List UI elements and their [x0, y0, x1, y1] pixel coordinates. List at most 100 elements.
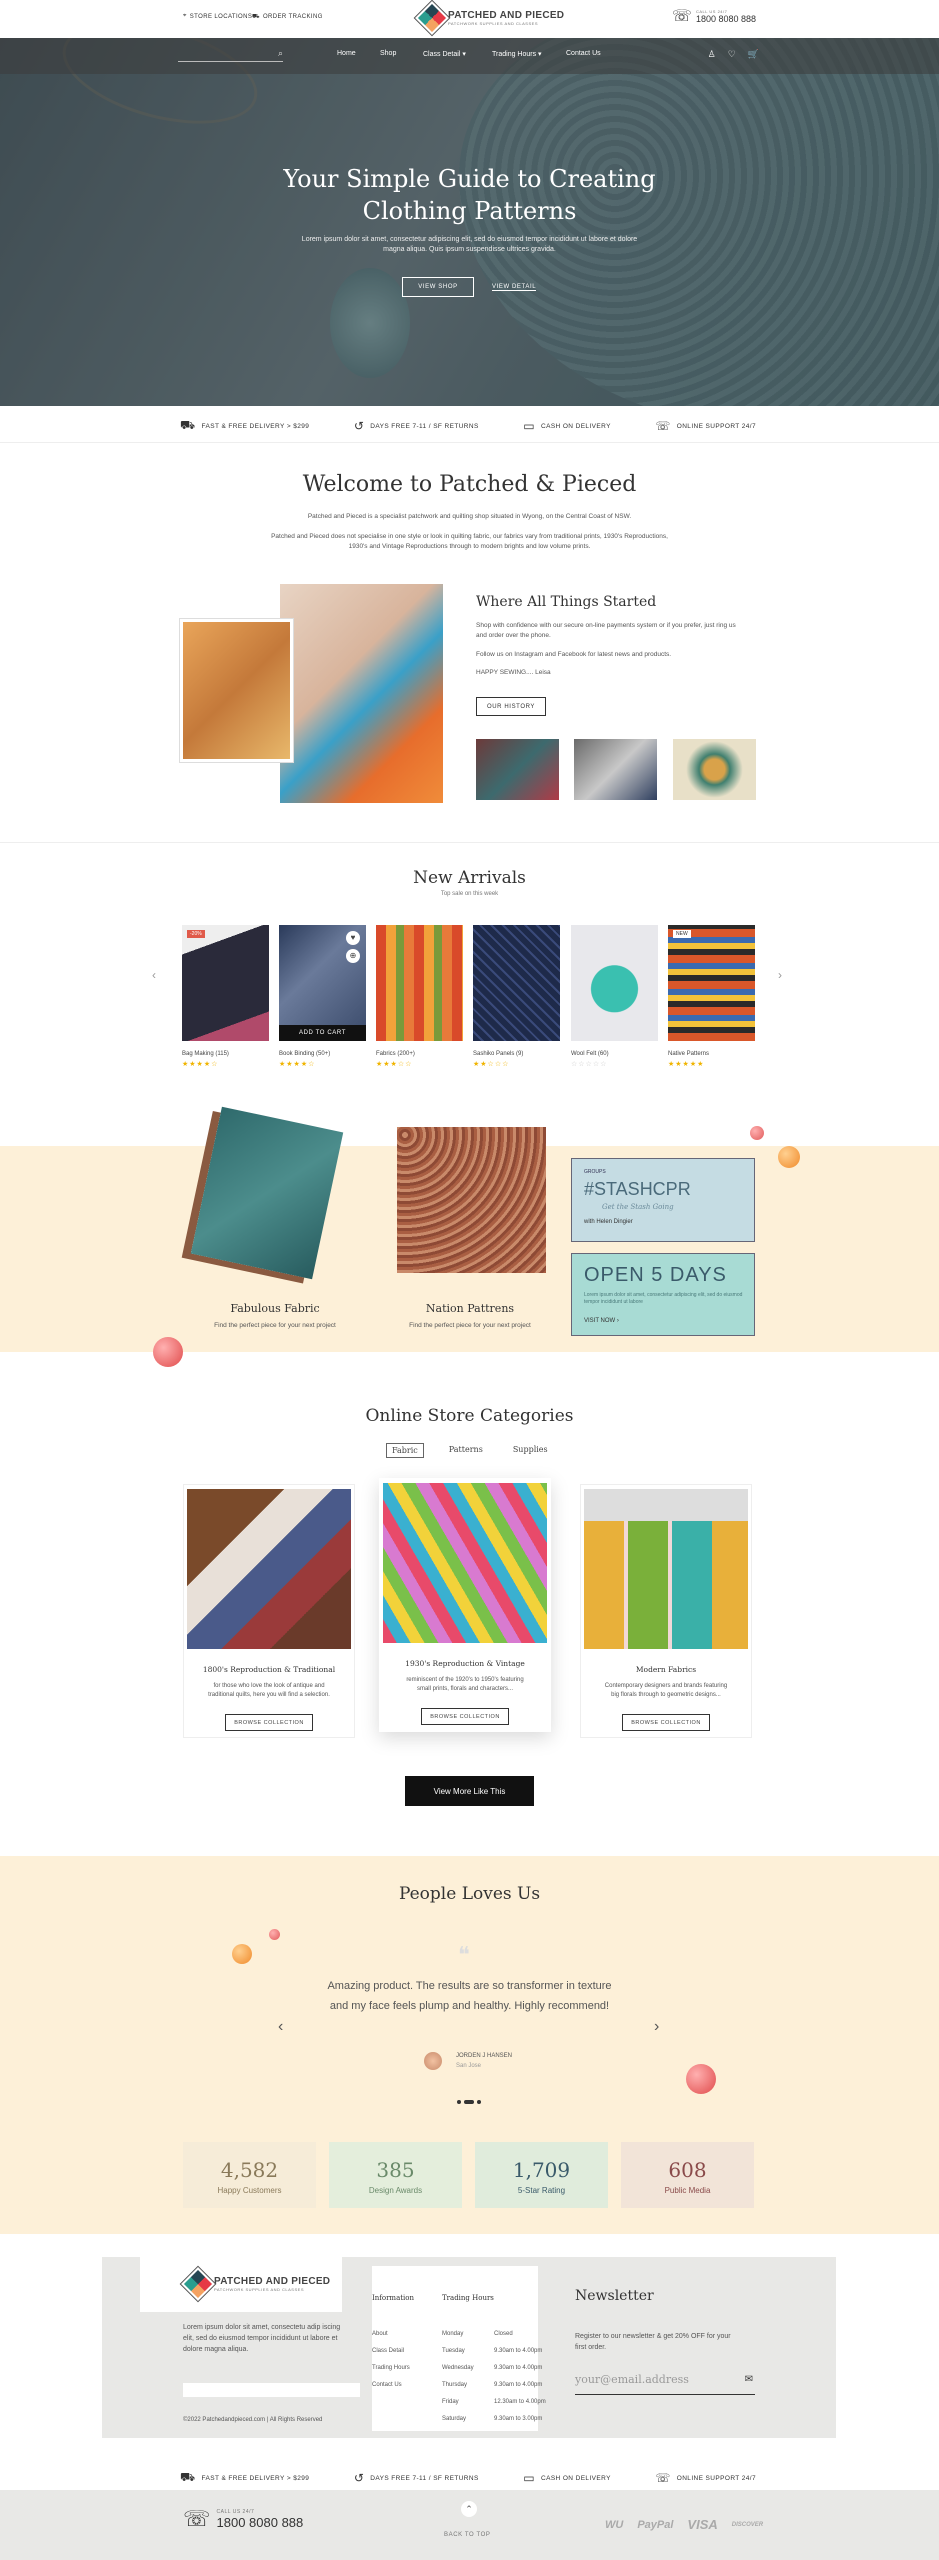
store-locations-link[interactable]: ⌖ STORE LOCATIONS: [183, 13, 252, 20]
footer-link-trading-hours[interactable]: Trading Hours: [372, 2365, 410, 2371]
gallery-image-3: [673, 739, 756, 800]
welcome-text-2: Patched and Pieced does not specialise i…: [271, 533, 668, 550]
footer-link-about[interactable]: About: [372, 2331, 388, 2337]
send-icon[interactable]: ✉: [745, 2374, 753, 2385]
hero-subtitle: Lorem ipsum dolor sit amet, consectetur …: [301, 236, 638, 253]
main-nav: ⌕ Home Shop Class Detail ▾ Trading Hours…: [0, 38, 939, 74]
decor-dot: [686, 2064, 716, 2094]
gallery-image-2: [574, 739, 657, 800]
browse-collection-button[interactable]: BROWSE COLLECTION: [421, 1708, 509, 1725]
search-input[interactable]: ⌕: [178, 48, 283, 62]
nav-home[interactable]: Home: [337, 50, 356, 57]
quote-icon: ❝: [458, 1942, 470, 1967]
tab-fabric[interactable]: Fabric: [386, 1443, 424, 1458]
wishlist-icon[interactable]: ♡: [728, 49, 736, 60]
our-history-button[interactable]: OUR HISTORY: [476, 697, 546, 716]
product-card[interactable]: Fabrics (200+) ★★★☆☆: [376, 925, 463, 1068]
pattern-fabric-image: [397, 1127, 546, 1273]
newsletter-email-input[interactable]: your@email.address ✉: [575, 2373, 755, 2395]
cart-icon[interactable]: 🛒: [748, 49, 759, 60]
add-to-cart-button[interactable]: ADD TO CART: [279, 1025, 366, 1041]
features-bar-bottom: ⛟ FAST & FREE DELIVERY > $299 ↺ DAYS FREE …: [180, 2470, 756, 2485]
back-to-top-icon[interactable]: ⌃: [461, 2501, 477, 2517]
nav-contact-us[interactable]: Contact Us: [566, 50, 601, 57]
visit-now-link[interactable]: VISIT NOW ›: [584, 1318, 619, 1324]
delivery-icon: ⛟: [180, 2470, 196, 2484]
search-icon[interactable]: ⌕: [278, 48, 283, 59]
visa-icon: VISA: [687, 2517, 718, 2532]
browse-collection-button[interactable]: BROWSE COLLECTION: [622, 1714, 710, 1731]
headset-icon: ☏: [183, 2506, 211, 2531]
rating-stars: ★★☆☆☆: [473, 1061, 510, 1068]
category-image: [584, 1489, 748, 1649]
feature-cash: ▭ CASH ON DELIVERY: [523, 419, 611, 433]
rating-stars: ★★★☆☆: [376, 1061, 413, 1068]
hands-sewing-image: [280, 584, 443, 803]
hero-title: Your Simple Guide to Creating Clothing P…: [283, 165, 656, 225]
product-card[interactable]: ♥ ⊕ ADD TO CART Book Binding (50+) ★★★★☆: [279, 925, 366, 1068]
new-badge: NEW: [673, 930, 691, 938]
tab-patterns[interactable]: Patterns: [444, 1443, 488, 1458]
footer-link-contact-us[interactable]: Contact Us: [372, 2382, 402, 2388]
arrow-right-icon: ›: [616, 1318, 619, 1324]
view-detail-link[interactable]: VIEW DETAIL: [492, 284, 537, 291]
category-card[interactable]: Modern Fabrics Contemporary designers an…: [580, 1484, 752, 1738]
product-card[interactable]: NEW Native Patterns ★★★★★: [668, 925, 755, 1068]
order-tracking-link[interactable]: ⛟ ORDER TRACKING: [252, 13, 323, 21]
browse-collection-button[interactable]: BROWSE COLLECTION: [225, 1714, 313, 1731]
category-card[interactable]: 1800's Reproduction & Traditional for th…: [183, 1484, 355, 1738]
western-union-icon: WU: [605, 2518, 624, 2531]
back-to-top-link[interactable]: BACK TO TOP: [444, 2532, 491, 2538]
nav-trading-hours[interactable]: Trading Hours ▾: [492, 50, 542, 58]
product-card[interactable]: Wool Felt (60) ☆☆☆☆☆: [571, 925, 658, 1068]
decor-dot: [153, 1337, 183, 1367]
copyright: ©2022 Patchedandpieced.com | All Rights …: [183, 2417, 323, 2423]
support-icon: ☏: [655, 2471, 671, 2485]
tab-supplies[interactable]: Supplies: [508, 1443, 553, 1458]
nav-class-detail[interactable]: Class Detail ▾: [423, 50, 466, 58]
product-card[interactable]: Sashiko Panels (9) ★★☆☆☆: [473, 925, 560, 1068]
category-tabs: Fabric Patterns Supplies: [386, 1443, 553, 1458]
categories-title: Online Store Categories: [365, 1406, 574, 1426]
rating-stars: ★★★★★: [668, 1061, 705, 1068]
truck-icon: ⛟: [252, 14, 260, 20]
logo[interactable]: PATCHED AND PIECED PATCHWORK SUPPLIES AN…: [413, 0, 564, 37]
avatar: [424, 2052, 442, 2070]
bottom-call-us[interactable]: ☏ CALL US 24/7 1800 8080 888: [183, 2506, 303, 2532]
stat-public-media: 608 Public Media: [621, 2142, 754, 2208]
wishlist-icon[interactable]: ♥: [346, 931, 360, 945]
new-arrivals-subtitle: Top sale on this week: [440, 891, 499, 897]
gallery-image-1: [476, 739, 559, 800]
top-bar: ⌖ STORE LOCATIONS ⛟ ORDER TRACKING PATCH…: [0, 0, 939, 38]
next-testimonial-icon[interactable]: ›: [654, 2018, 659, 2036]
welcome-text-1: Patched and Pieced is a specialist patch…: [307, 513, 632, 520]
product-card[interactable]: -20% Bag Making (115) ★★★★☆: [182, 925, 269, 1068]
footer-about-text: Lorem ipsum dolor sit amet, consectetu a…: [183, 2324, 341, 2353]
nation-patterns-title: Nation Pattrens: [425, 1302, 515, 1315]
support-icon: ☏: [655, 419, 671, 433]
stat-happy-customers: 4,582 Happy Customers: [183, 2142, 316, 2208]
footer-link-class-detail[interactable]: Class Detail: [372, 2348, 404, 2354]
quick-view-icon[interactable]: ⊕: [346, 949, 360, 963]
chevron-down-icon: ▾: [538, 51, 542, 58]
prev-testimonial-icon[interactable]: ‹: [278, 2018, 283, 2036]
footer-logo[interactable]: PATCHED AND PIECED PATCHWORK SUPPLIES AN…: [179, 2265, 330, 2303]
view-shop-button[interactable]: VIEW SHOP: [402, 277, 474, 297]
returns-icon: ↺: [353, 2471, 365, 2485]
category-card[interactable]: 1930's Reproduction & Vintage reminiscen…: [379, 1478, 551, 1732]
testimonials-title: People Loves Us: [398, 1884, 541, 1904]
open-days-card[interactable]: OPEN 5 DAYS Lorem ipsum dolor sit amet, …: [571, 1253, 755, 1336]
stash-group-card[interactable]: GROUPS #STASHCPR Get the Stash Going wit…: [571, 1158, 755, 1242]
prev-arrow-icon[interactable]: ‹: [152, 968, 156, 982]
next-arrow-icon[interactable]: ›: [778, 968, 782, 982]
discover-icon: DISCOVER: [731, 2521, 764, 2528]
view-more-button[interactable]: View More Like This: [405, 1776, 534, 1806]
call-us[interactable]: ☏ CALL US 24/7 1800 8080 888: [672, 6, 756, 26]
nav-shop[interactable]: Shop: [380, 50, 396, 57]
payment-methods: WU PayPal VISA DISCOVER: [605, 2517, 763, 2532]
headset-icon: ☏: [671, 8, 692, 25]
feature-returns: ↺ DAYS FREE 7-11 / SF RETURNS: [353, 419, 479, 433]
decor-dot: [750, 1126, 764, 1140]
user-icon[interactable]: ♙: [708, 49, 716, 60]
rating-stars: ☆☆☆☆☆: [571, 1061, 608, 1068]
